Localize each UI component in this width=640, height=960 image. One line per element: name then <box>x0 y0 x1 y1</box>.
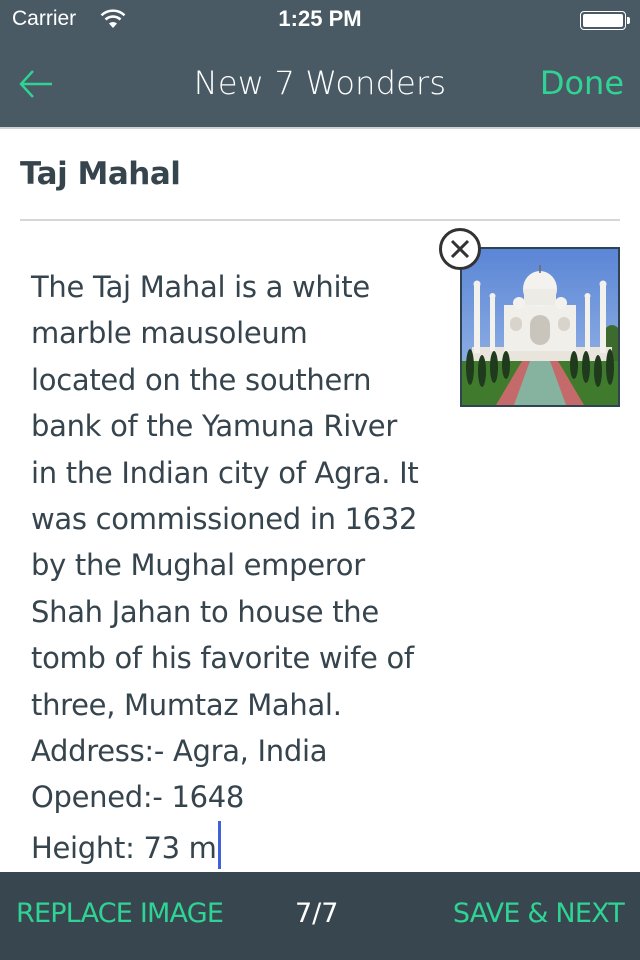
editor-content: The Taj Mahal is a white marble mausoleu… <box>0 129 640 872</box>
status-bar: Carrier 1:25 PM <box>0 0 640 40</box>
page-counter: 7/7 <box>295 898 339 929</box>
replace-image-button[interactable]: REPLACE IMAGE <box>16 898 224 929</box>
description-textarea[interactable]: The Taj Mahal is a white marble mausoleu… <box>31 264 451 871</box>
nav-bar: New 7 Wonders Done <box>0 40 640 128</box>
done-button[interactable]: Done <box>540 64 624 102</box>
text-caret <box>217 820 221 869</box>
battery-nub <box>627 17 630 24</box>
battery-icon <box>580 11 626 30</box>
status-time: 1:25 PM <box>278 6 362 31</box>
top-bar: Carrier 1:25 PM New 7 Wonders Done <box>0 0 640 128</box>
close-icon <box>450 239 470 259</box>
title-field[interactable] <box>20 149 620 199</box>
bottom-toolbar: REPLACE IMAGE 7/7 SAVE & NEXT <box>0 872 640 960</box>
attached-image[interactable] <box>460 247 620 407</box>
remove-image-button[interactable] <box>439 228 481 270</box>
title-divider <box>20 219 620 221</box>
save-next-button[interactable]: SAVE & NEXT <box>453 898 625 929</box>
description-text: The Taj Mahal is a white marble mausoleu… <box>31 270 419 865</box>
